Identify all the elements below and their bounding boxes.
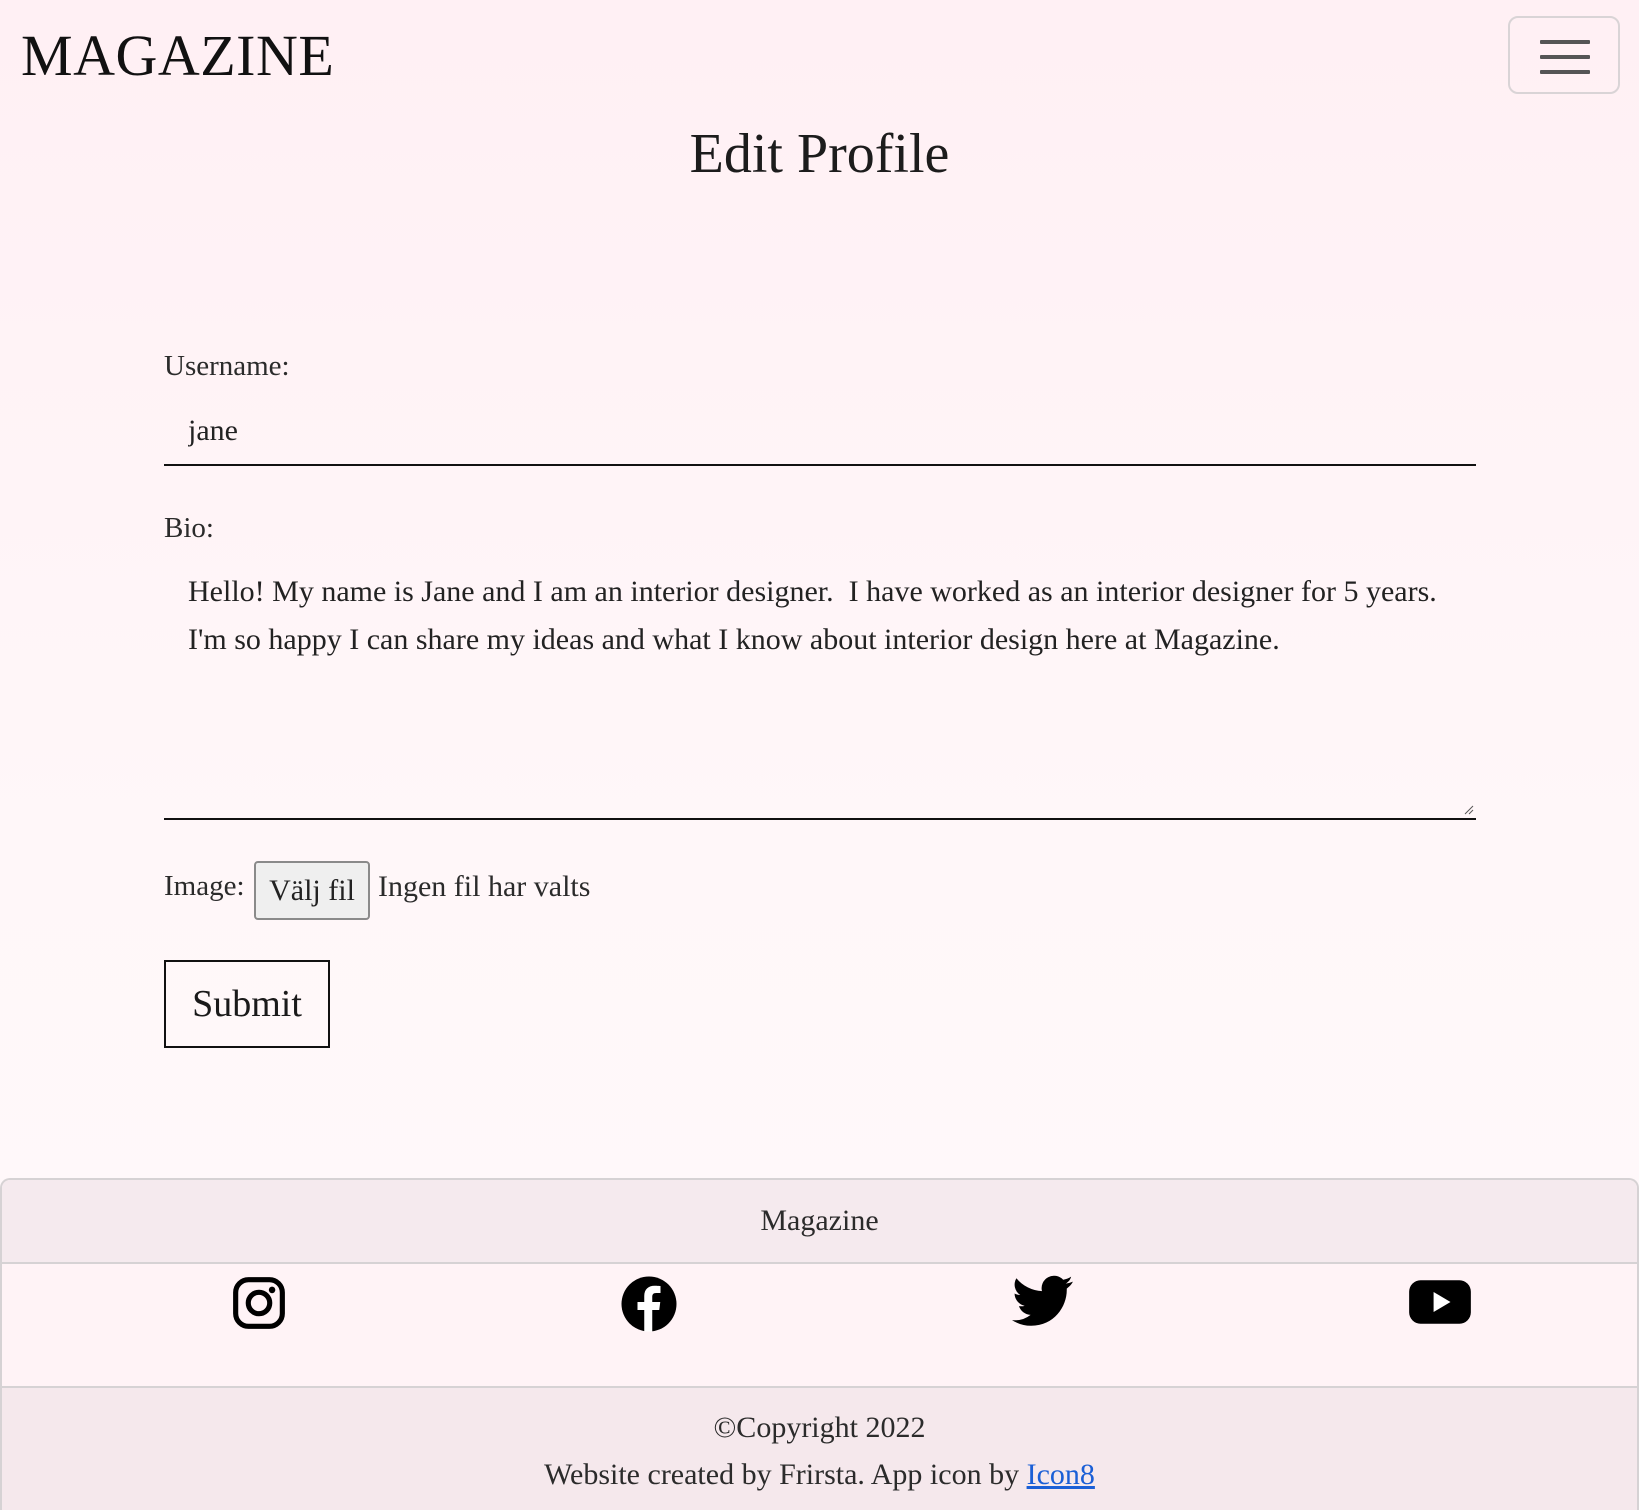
brand-logo[interactable]: MAGAZINE — [21, 22, 334, 90]
youtube-icon — [1409, 1280, 1471, 1324]
facebook-link[interactable] — [619, 1274, 679, 1334]
youtube-link[interactable] — [1408, 1279, 1472, 1325]
submit-button[interactable]: Submit — [164, 960, 330, 1048]
file-status-text: Ingen fil har valts — [378, 870, 591, 903]
copyright-text: ©Copyright 2022 — [713, 1411, 926, 1444]
choose-file-button[interactable]: Välj fil — [254, 861, 370, 920]
twitter-link-area[interactable] — [1012, 1274, 1074, 1330]
navbar: MAGAZINE — [0, 0, 1639, 110]
icon8-link[interactable]: Icon8 — [1027, 1458, 1095, 1491]
twitter-link[interactable] — [2, 1274, 64, 1330]
hamburger-menu-icon — [1540, 40, 1590, 74]
bio-label: Bio: — [164, 512, 214, 544]
footer-bottom: ©Copyright 2022 Website created by Frirs… — [2, 1386, 1637, 1510]
instagram-icon — [233, 1277, 285, 1329]
twitter-icon — [1012, 1275, 1073, 1326]
bio-textarea[interactable]: Hello! My name is Jane and I am an inter… — [164, 560, 1476, 820]
username-input[interactable] — [164, 398, 1476, 466]
credit-text: Website created by Frirsta. App icon by — [544, 1458, 1027, 1491]
navbar-toggler-button[interactable] — [1508, 16, 1620, 94]
credit-line: Website created by Frirsta. App icon by … — [2, 1455, 1637, 1495]
facebook-icon — [621, 1276, 677, 1332]
username-label: Username: — [164, 350, 290, 382]
footer-title: Magazine — [2, 1180, 1637, 1264]
page-title: Edit Profile — [689, 123, 950, 185]
resize-handle-icon[interactable] — [1464, 805, 1474, 815]
image-label: Image: — [164, 870, 245, 902]
instagram-link[interactable] — [231, 1275, 287, 1331]
footer: Magazine ©Copyright 2022 Website created… — [0, 1178, 1639, 1510]
